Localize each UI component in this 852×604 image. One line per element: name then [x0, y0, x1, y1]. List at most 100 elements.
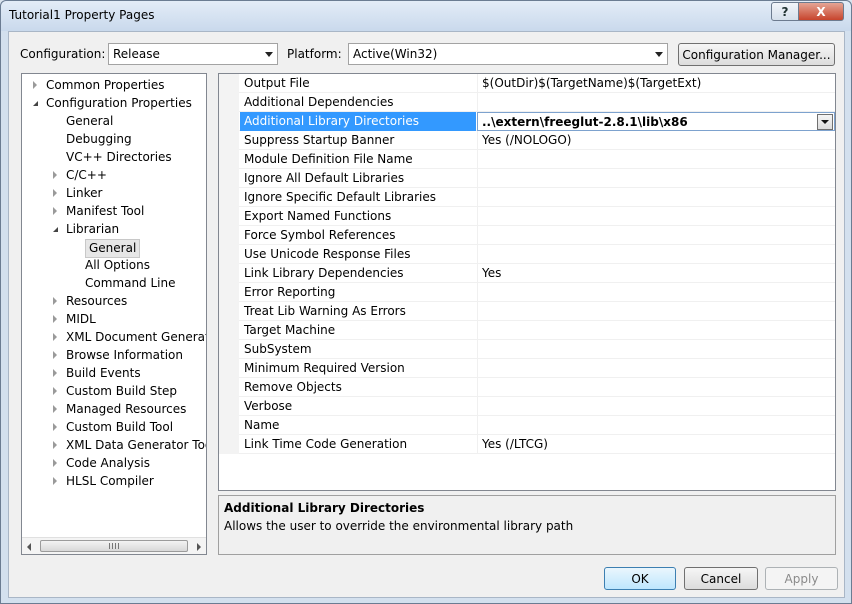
expand-arrow-icon[interactable]: [53, 171, 57, 179]
property-value[interactable]: [477, 340, 835, 359]
property-row[interactable]: Use Unicode Response Files: [219, 245, 835, 264]
property-name: SubSystem: [244, 342, 312, 356]
property-name: Suppress Startup Banner: [244, 133, 395, 147]
property-row[interactable]: Remove Objects: [219, 378, 835, 397]
property-row[interactable]: Link Library Dependencies Yes: [219, 264, 835, 283]
tree-item-label: Command Line: [85, 276, 176, 290]
tree-item-label: Build Events: [66, 366, 141, 380]
scroll-right-icon[interactable]: [197, 543, 201, 551]
property-row[interactable]: Treat Lib Warning As Errors: [219, 302, 835, 321]
title-bar[interactable]: Tutorial1 Property Pages ? X: [1, 1, 851, 31]
property-value[interactable]: [477, 226, 835, 245]
property-value[interactable]: [477, 302, 835, 321]
property-value[interactable]: [477, 150, 835, 169]
tree-item-label: HLSL Compiler: [66, 474, 154, 488]
property-name: Ignore Specific Default Libraries: [244, 190, 436, 204]
row-gutter: [219, 245, 239, 264]
property-value[interactable]: [477, 321, 835, 340]
property-row[interactable]: Output File $(OutDir)$(TargetName)$(Targe…: [219, 74, 835, 93]
tree-item-label: Browse Information: [66, 348, 183, 362]
chevron-down-icon: [265, 52, 273, 57]
property-value[interactable]: [477, 283, 835, 302]
property-name: Use Unicode Response Files: [244, 247, 411, 261]
property-value[interactable]: [477, 359, 835, 378]
collapse-arrow-icon[interactable]: [53, 227, 58, 232]
row-gutter: [219, 378, 239, 397]
value-dropdown-button[interactable]: [817, 114, 833, 130]
expand-arrow-icon[interactable]: [53, 297, 57, 305]
expand-arrow-icon[interactable]: [53, 207, 57, 215]
scroll-thumb[interactable]: [40, 540, 188, 552]
configuration-value: Release: [113, 47, 160, 61]
tree-horizontal-scrollbar[interactable]: [22, 537, 206, 554]
close-button[interactable]: X: [798, 2, 844, 21]
property-row[interactable]: Module Definition File Name: [219, 150, 835, 169]
property-row[interactable]: Force Symbol References: [219, 226, 835, 245]
expand-arrow-icon[interactable]: [53, 423, 57, 431]
help-button[interactable]: ?: [771, 2, 799, 21]
property-value[interactable]: [477, 207, 835, 226]
property-value[interactable]: Yes (/NOLOGO): [477, 131, 835, 150]
property-value[interactable]: [477, 169, 835, 188]
property-value[interactable]: [477, 397, 835, 416]
property-value[interactable]: Yes: [477, 264, 835, 283]
row-gutter: [219, 93, 239, 112]
property-row[interactable]: Name: [219, 416, 835, 435]
expand-arrow-icon[interactable]: [53, 315, 57, 323]
expand-arrow-icon[interactable]: [53, 189, 57, 197]
property-value[interactable]: $(OutDir)$(TargetName)$(TargetExt): [477, 74, 835, 93]
property-row[interactable]: Ignore All Default Libraries: [219, 169, 835, 188]
property-value[interactable]: [477, 416, 835, 435]
row-gutter: [219, 188, 239, 207]
property-row[interactable]: Additional Dependencies: [219, 93, 835, 112]
collapse-arrow-icon[interactable]: [33, 101, 38, 106]
configuration-manager-button[interactable]: Configuration Manager...: [678, 43, 835, 66]
platform-select[interactable]: Active(Win32): [348, 43, 668, 65]
ok-button[interactable]: OK: [604, 567, 676, 590]
expand-arrow-icon[interactable]: [53, 477, 57, 485]
property-tree[interactable]: Common Properties Configuration Propertie…: [21, 73, 207, 555]
row-gutter: [219, 359, 239, 378]
expand-arrow-icon[interactable]: [53, 405, 57, 413]
expand-arrow-icon[interactable]: [53, 459, 57, 467]
scroll-left-icon[interactable]: [27, 543, 31, 551]
property-row[interactable]: Minimum Required Version: [219, 359, 835, 378]
property-name: Module Definition File Name: [244, 152, 413, 166]
tree-item-label: Librarian: [66, 222, 120, 236]
tree-item-label: General: [85, 239, 141, 258]
property-value[interactable]: [477, 245, 835, 264]
property-name: Link Time Code Generation: [244, 437, 408, 451]
property-name: Target Machine: [244, 323, 336, 337]
expand-arrow-icon[interactable]: [53, 351, 57, 359]
property-row[interactable]: Link Time Code Generation Yes (/LTCG): [219, 435, 835, 454]
apply-button[interactable]: Apply: [765, 567, 838, 590]
property-row[interactable]: Additional Library Directories ..\extern\…: [219, 112, 835, 131]
expand-arrow-icon[interactable]: [53, 369, 57, 377]
property-value[interactable]: [477, 93, 835, 112]
expand-arrow-icon[interactable]: [53, 387, 57, 395]
configuration-select[interactable]: Release: [108, 43, 278, 65]
property-value-text: $(OutDir)$(TargetName)$(TargetExt): [482, 76, 702, 90]
property-value[interactable]: [477, 378, 835, 397]
property-value[interactable]: Yes (/LTCG): [477, 435, 835, 454]
row-gutter: [219, 435, 239, 454]
property-row[interactable]: SubSystem: [219, 340, 835, 359]
property-row[interactable]: Export Named Functions: [219, 207, 835, 226]
tree-item-label: C/C++: [66, 168, 107, 182]
property-row[interactable]: Suppress Startup Banner Yes (/NOLOGO): [219, 131, 835, 150]
platform-value: Active(Win32): [353, 47, 438, 61]
tree-item-label: Custom Build Step: [66, 384, 178, 398]
property-row[interactable]: Ignore Specific Default Libraries: [219, 188, 835, 207]
property-value[interactable]: [477, 188, 835, 207]
tree-item-label: Common Properties: [46, 78, 165, 92]
property-grid[interactable]: Output File $(OutDir)$(TargetName)$(Targe…: [218, 73, 836, 491]
tree-item-label: Managed Resources: [66, 402, 187, 416]
property-row[interactable]: Error Reporting: [219, 283, 835, 302]
property-value[interactable]: ..\extern\freeglut-2.8.1\lib\x86: [477, 112, 835, 131]
property-row[interactable]: Verbose: [219, 397, 835, 416]
property-row[interactable]: Target Machine: [219, 321, 835, 340]
expand-arrow-icon[interactable]: [53, 333, 57, 341]
expand-arrow-icon[interactable]: [53, 441, 57, 449]
expand-arrow-icon[interactable]: [33, 81, 37, 89]
cancel-button[interactable]: Cancel: [684, 567, 758, 590]
